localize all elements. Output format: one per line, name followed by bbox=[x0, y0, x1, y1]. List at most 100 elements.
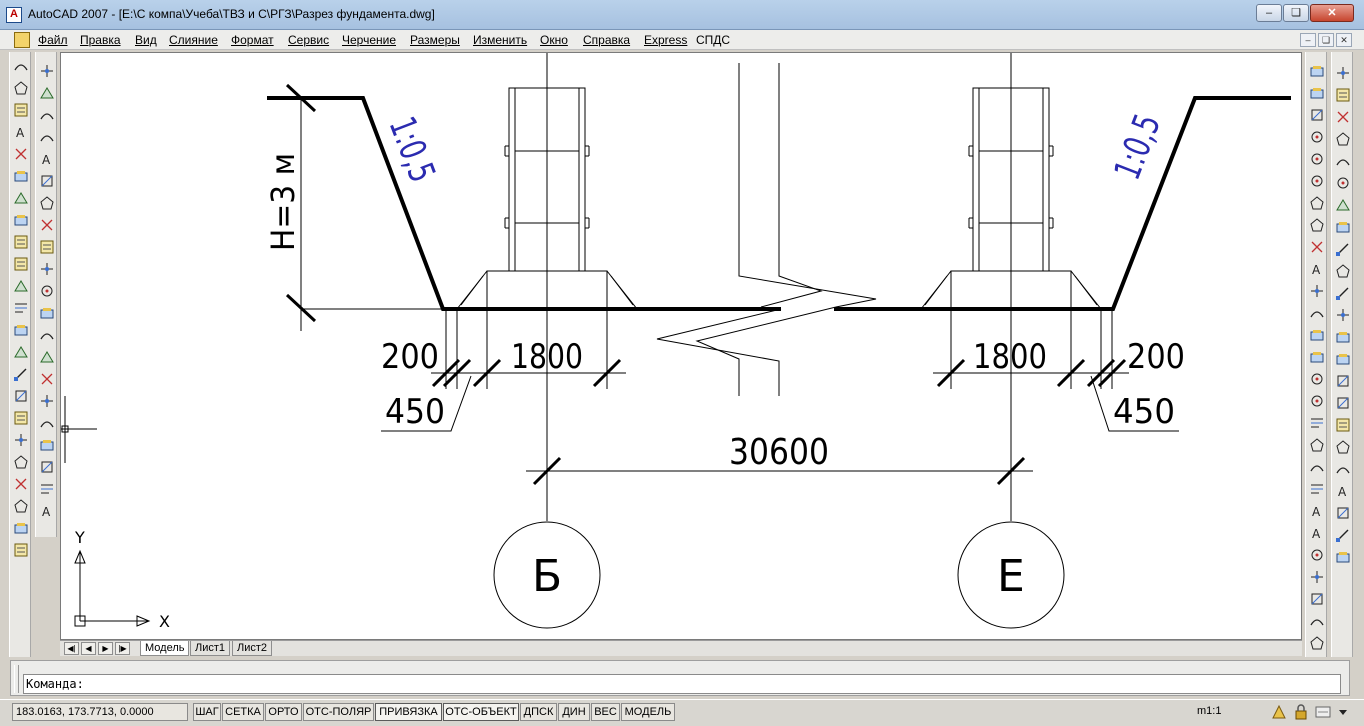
drawing-canvas[interactable]: 1:0,5 1:0,5 H=3 м 200 1800 450 1800 200 … bbox=[60, 52, 1302, 640]
last-tab-button[interactable]: |▶ bbox=[115, 642, 130, 655]
drawing-svg[interactable]: 1:0,5 1:0,5 H=3 м 200 1800 450 1800 200 … bbox=[61, 53, 1302, 640]
spring-icon[interactable] bbox=[1335, 373, 1351, 389]
menu-file[interactable]: Файл bbox=[38, 33, 68, 47]
multiline-text-icon[interactable] bbox=[39, 459, 55, 475]
fillet-icon[interactable] bbox=[1309, 393, 1325, 409]
table-insert-icon[interactable] bbox=[39, 437, 55, 453]
title-bar[interactable]: AutoCAD 2007 - [E:\С компа\Учеба\ТВЗ и С… bbox=[0, 0, 1364, 30]
spline-edit-icon[interactable] bbox=[1309, 547, 1325, 563]
gradient-icon[interactable] bbox=[13, 278, 29, 294]
layer-state-icon[interactable] bbox=[13, 432, 29, 448]
calc-icon[interactable] bbox=[1335, 175, 1351, 191]
tab-sheet1[interactable]: Лист1 bbox=[190, 641, 231, 656]
toggle-ortho[interactable]: ОРТО bbox=[265, 703, 302, 721]
menu-merge[interactable]: Слияние bbox=[169, 33, 218, 47]
leader-icon[interactable] bbox=[13, 234, 29, 250]
chamfer-icon[interactable] bbox=[1309, 371, 1325, 387]
field-icon[interactable] bbox=[13, 366, 29, 382]
autocad-app-icon[interactable] bbox=[6, 7, 22, 23]
move-icon[interactable] bbox=[1309, 173, 1325, 189]
text-style-icon[interactable] bbox=[13, 212, 29, 228]
xref-icon[interactable] bbox=[39, 481, 55, 497]
annotation-visibility-icon[interactable] bbox=[1270, 703, 1288, 721]
dist-icon[interactable] bbox=[1309, 481, 1325, 497]
menu-express[interactable]: Express bbox=[644, 33, 687, 47]
angular-dim-icon[interactable] bbox=[13, 146, 29, 162]
toggle-ducs[interactable]: ДПСК bbox=[520, 703, 557, 721]
stretch-icon[interactable] bbox=[1309, 239, 1325, 255]
menu-spds[interactable]: СПДС bbox=[696, 33, 730, 47]
prev-tab-button[interactable]: ◀ bbox=[81, 642, 96, 655]
baseline-dim-icon[interactable] bbox=[13, 168, 29, 184]
text-style-a-icon[interactable] bbox=[1335, 505, 1351, 521]
align-icon[interactable] bbox=[1309, 569, 1325, 585]
gradient-fill-icon[interactable] bbox=[39, 393, 55, 409]
explode-icon[interactable] bbox=[1309, 415, 1325, 431]
polyline-icon[interactable] bbox=[39, 107, 55, 123]
node-icon[interactable] bbox=[1335, 461, 1351, 477]
next-tab-button[interactable]: ▶ bbox=[98, 642, 113, 655]
ordinate-dim-icon[interactable] bbox=[13, 102, 29, 118]
tool-palettes-icon[interactable] bbox=[1335, 109, 1351, 125]
block-icon[interactable] bbox=[1335, 395, 1351, 411]
lengthen-icon[interactable] bbox=[1309, 591, 1325, 607]
menu-help[interactable]: Справка bbox=[583, 33, 630, 47]
properties-panel-icon[interactable] bbox=[1335, 65, 1351, 81]
block-editor-icon[interactable] bbox=[1335, 197, 1351, 213]
maximize-button[interactable]: ❏ bbox=[1283, 4, 1309, 22]
annotation-scale[interactable]: m1:1 bbox=[1197, 705, 1221, 717]
point-icon[interactable] bbox=[39, 349, 55, 365]
zoom-window-icon[interactable] bbox=[1335, 241, 1351, 257]
table-x-icon[interactable] bbox=[1335, 549, 1351, 565]
menu-tools[interactable]: Сервис bbox=[288, 33, 329, 47]
massprop-icon[interactable] bbox=[13, 520, 29, 536]
menu-format[interactable]: Формат bbox=[231, 33, 274, 47]
scale-icon[interactable] bbox=[1309, 217, 1325, 233]
properties-icon[interactable] bbox=[13, 410, 29, 426]
table-icon[interactable] bbox=[13, 322, 29, 338]
menu-draw[interactable]: Черчение bbox=[342, 33, 396, 47]
spline-icon[interactable] bbox=[39, 239, 55, 255]
markup-icon[interactable] bbox=[1335, 153, 1351, 169]
lock-icon[interactable] bbox=[1292, 703, 1310, 721]
region-icon[interactable] bbox=[39, 415, 55, 431]
ellipse-arc-icon[interactable] bbox=[39, 283, 55, 299]
offset-icon[interactable] bbox=[1309, 129, 1325, 145]
menu-view[interactable]: Вид bbox=[135, 33, 157, 47]
arrow-icon[interactable] bbox=[1335, 307, 1351, 323]
menu-dimension[interactable]: Размеры bbox=[410, 33, 460, 47]
wave-icon[interactable] bbox=[1335, 351, 1351, 367]
image-icon[interactable]: A bbox=[39, 503, 55, 519]
scale-1-2-icon[interactable] bbox=[1335, 285, 1351, 301]
array-icon[interactable] bbox=[1309, 151, 1325, 167]
toggle-grid[interactable]: СЕТКА bbox=[222, 703, 264, 721]
mtext-edit-icon[interactable] bbox=[1309, 635, 1325, 651]
dim-symbol-icon[interactable] bbox=[1335, 417, 1351, 433]
construction-line-icon[interactable] bbox=[39, 85, 55, 101]
distance-icon[interactable] bbox=[13, 476, 29, 492]
toggle-dyn[interactable]: ДИН bbox=[558, 703, 590, 721]
menu-modify[interactable]: Изменить bbox=[473, 33, 527, 47]
toggle-snap[interactable]: ШАГ bbox=[193, 703, 221, 721]
insert-icon[interactable] bbox=[39, 305, 55, 321]
ellipse-icon[interactable] bbox=[39, 261, 55, 277]
section-icon[interactable] bbox=[1335, 439, 1351, 455]
doc-restore-button[interactable]: ❏ bbox=[1318, 33, 1334, 47]
measure-icon[interactable] bbox=[1309, 437, 1325, 453]
layer-icon[interactable] bbox=[13, 388, 29, 404]
coordinates-display[interactable]: 183.0163, 173.7713, 0.0000 bbox=[12, 703, 188, 721]
polygon-icon[interactable] bbox=[39, 129, 55, 145]
list-icon[interactable] bbox=[13, 542, 29, 558]
break-icon[interactable] bbox=[1309, 327, 1325, 343]
first-tab-button[interactable]: ◀| bbox=[64, 642, 79, 655]
extend-icon[interactable] bbox=[1309, 283, 1325, 299]
doc-minimize-button[interactable]: – bbox=[1300, 33, 1316, 47]
copy-icon[interactable] bbox=[1309, 85, 1325, 101]
revcloud-icon[interactable] bbox=[39, 217, 55, 233]
toggle-lweight[interactable]: ВЕС bbox=[591, 703, 620, 721]
mtext-icon[interactable] bbox=[13, 344, 29, 360]
block-attr-icon[interactable] bbox=[1335, 219, 1351, 235]
text-a-icon[interactable]: A bbox=[1335, 483, 1351, 499]
insert-block-icon[interactable] bbox=[13, 300, 29, 316]
hatch-icon[interactable] bbox=[13, 256, 29, 272]
